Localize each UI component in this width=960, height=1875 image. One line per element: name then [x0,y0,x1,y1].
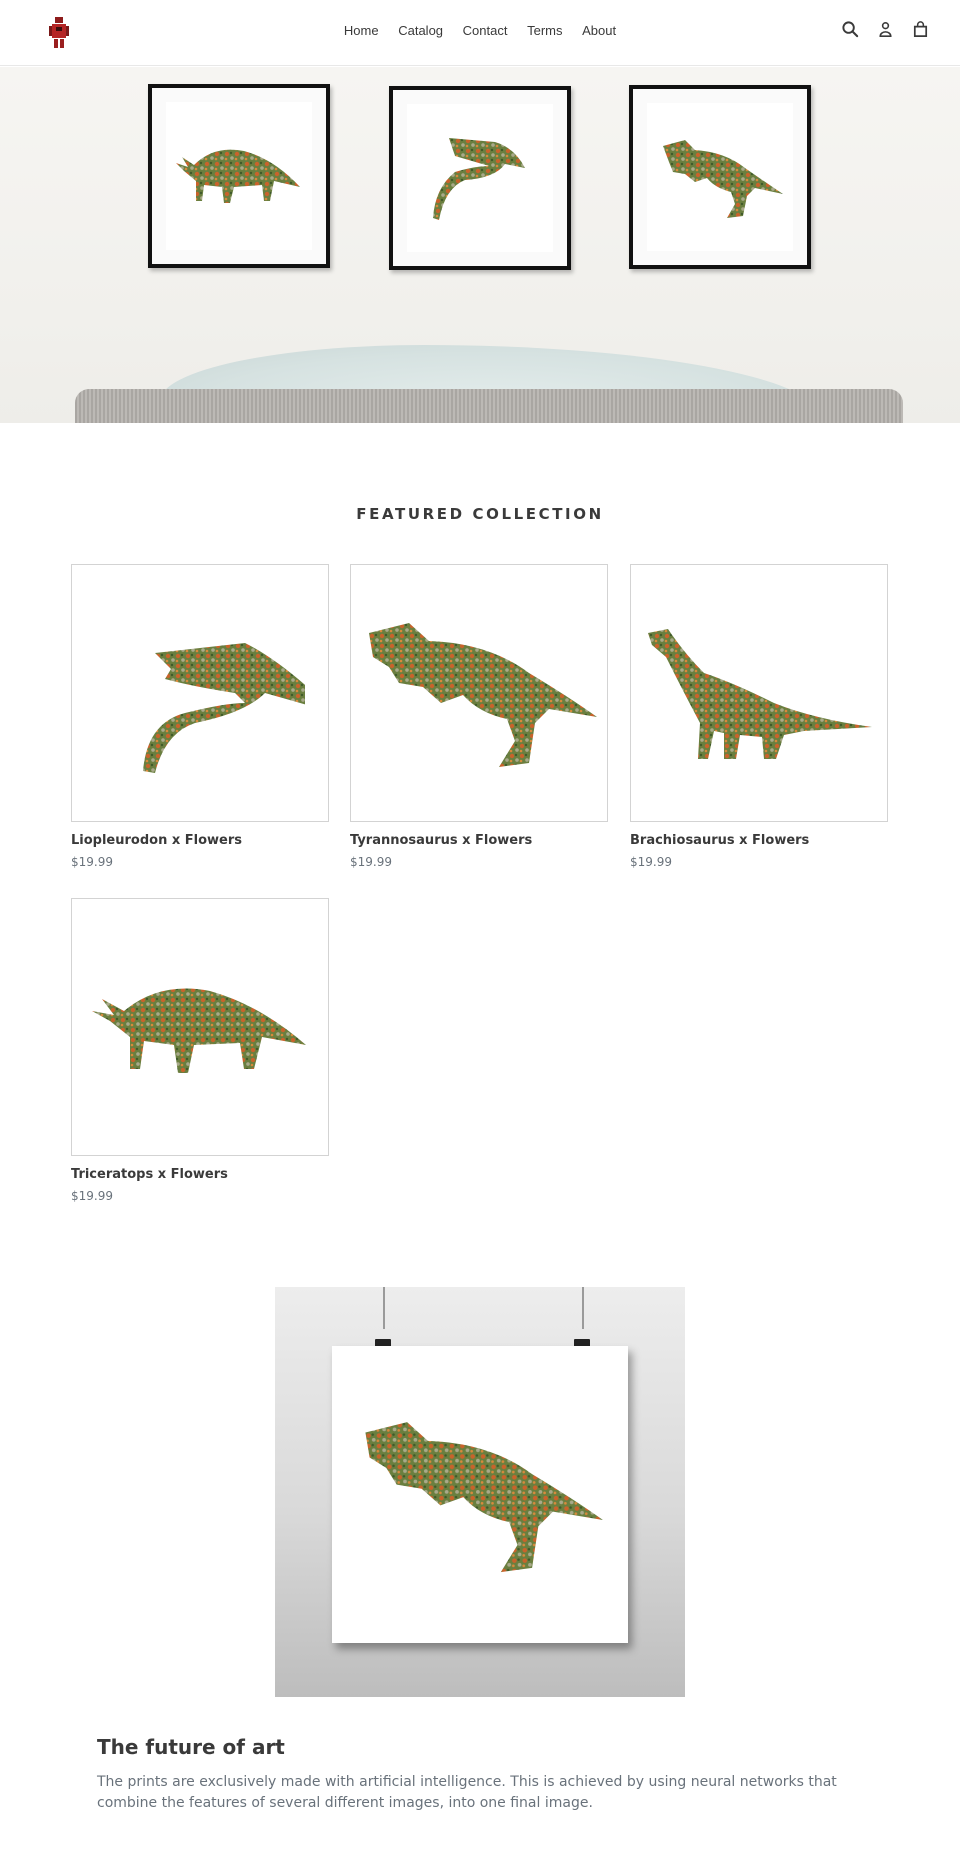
hanging-wire [582,1287,584,1329]
site-header: Home Catalog Contact Terms About [0,0,960,66]
product-image [71,564,329,822]
hanging-poster-image [275,1287,685,1697]
nav-home[interactable]: Home [344,23,379,38]
product-card[interactable]: Brachiosaurus x Flowers $19.99 [630,564,888,869]
product-price: $19.99 [71,855,113,869]
product-card[interactable]: Liopleurodon x Flowers $19.99 [71,564,329,869]
cart-icon [913,21,928,38]
header-icons [841,20,930,39]
search-icon [842,21,859,38]
liopleurodon-image [143,643,305,773]
framed-print-liopleurodon [389,86,571,270]
nav-terms[interactable]: Terms [527,23,562,38]
sofa [75,389,903,423]
product-image [350,564,608,822]
account-icon [879,22,892,37]
tyrannosaurus-image [365,1421,603,1572]
framed-print-triceratops [148,84,330,268]
framed-print-tyrannosaurus [629,85,811,269]
product-price: $19.99 [71,1189,113,1203]
triceratops-image [176,149,300,203]
product-price: $19.99 [350,855,392,869]
triceratops-image [92,988,306,1073]
product-price: $19.99 [630,855,672,869]
tyrannosaurus-image [663,140,783,218]
product-card[interactable]: Triceratops x Flowers $19.99 [71,898,329,1203]
brachiosaurus-image [648,629,872,759]
product-title: Triceratops x Flowers [71,1167,228,1182]
image-with-text-heading: The future of art [97,1735,285,1759]
tyrannosaurus-image [369,623,597,767]
poster [332,1346,628,1643]
featured-collection-title: FEATURED COLLECTION [356,505,604,523]
product-title: Brachiosaurus x Flowers [630,833,810,848]
main-nav: Home Catalog Contact Terms About [0,23,960,38]
liopleurodon-image [433,138,525,220]
product-image [630,564,888,822]
product-card[interactable]: Tyrannosaurus x Flowers $19.99 [350,564,608,869]
product-title: Liopleurodon x Flowers [71,833,243,848]
hanging-wire [383,1287,385,1329]
hero-banner [0,67,960,423]
product-image [71,898,329,1156]
cart-button[interactable] [911,20,930,39]
product-title: Tyrannosaurus x Flowers [350,833,533,848]
image-with-text-body: The prints are exclusively made with art… [97,1774,837,1811]
nav-contact[interactable]: Contact [463,23,508,38]
account-button[interactable] [876,20,895,39]
nav-about[interactable]: About [582,23,616,38]
search-button[interactable] [841,20,860,39]
nav-catalog[interactable]: Catalog [398,23,443,38]
